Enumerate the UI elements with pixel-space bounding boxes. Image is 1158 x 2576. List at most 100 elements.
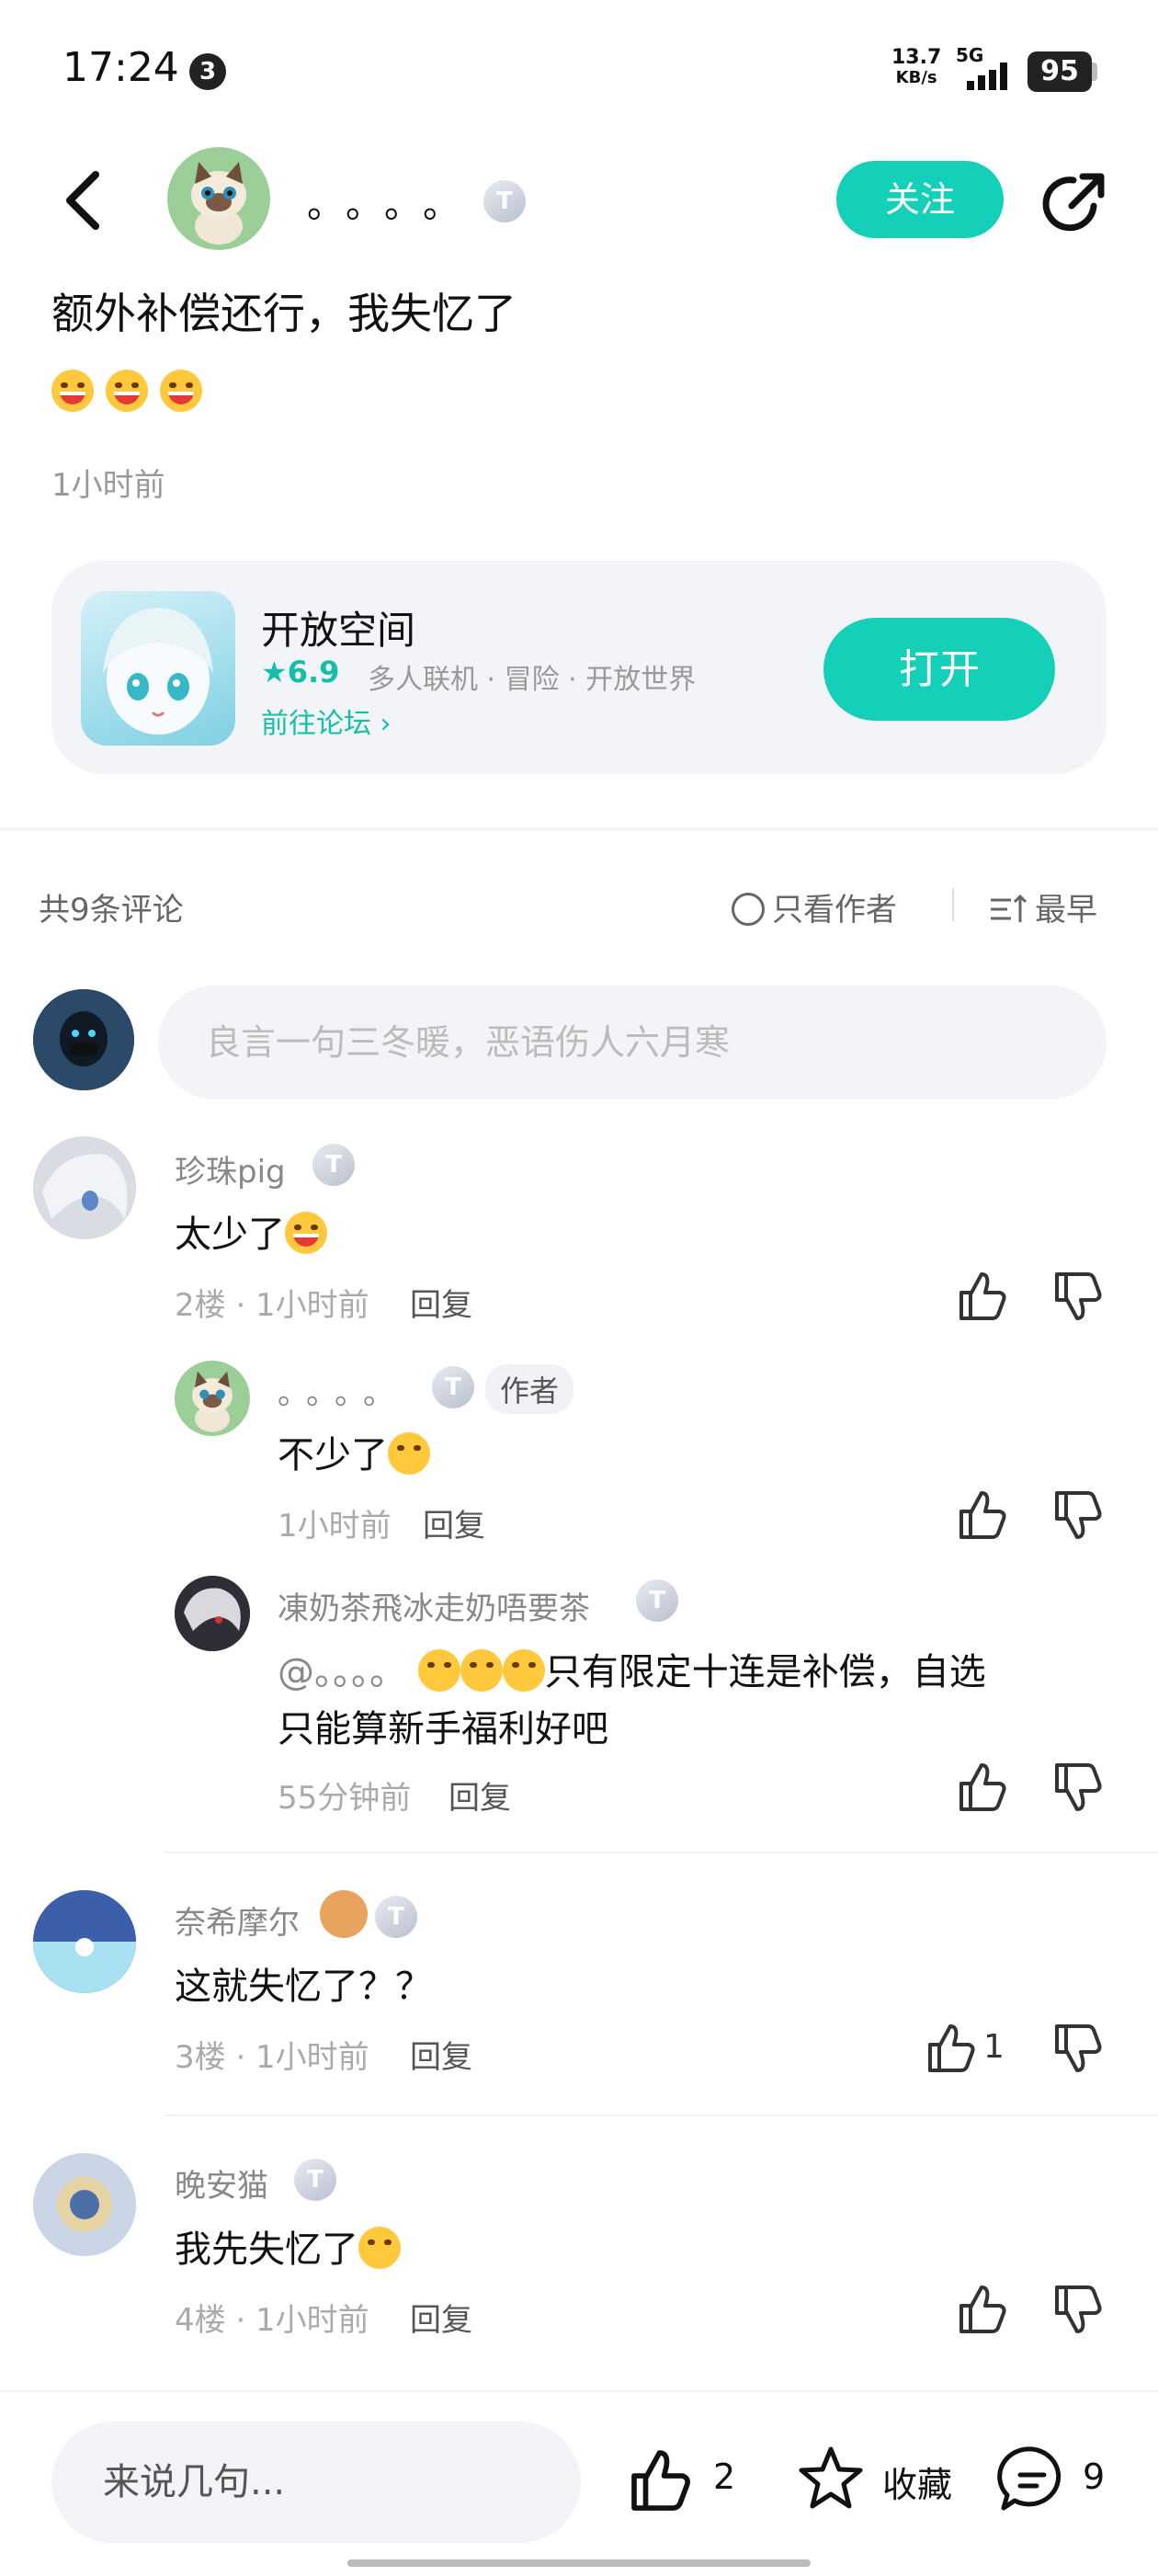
dislike-icon[interactable]	[1048, 1758, 1107, 1817]
reply-author-level-badge: T	[432, 1366, 474, 1408]
post-emoji-row	[51, 370, 203, 425]
post-time: 1小时前	[51, 467, 165, 504]
dislike-icon[interactable]	[1048, 1267, 1107, 1326]
open-app-button[interactable]: 打开	[823, 618, 1055, 721]
battery-indicator: 95	[1027, 51, 1092, 92]
sort-icon	[991, 894, 1027, 922]
post-comment-count: 9	[1083, 2456, 1106, 2497]
sort-toggle[interactable]: 最早	[989, 884, 1097, 929]
grin-emoji-icon	[285, 1212, 327, 1254]
commenter-name[interactable]: 珍珠pig	[175, 1146, 286, 1191]
sort-label: 最早	[1035, 892, 1097, 929]
reply-button[interactable]: 回复	[423, 1500, 485, 1545]
author-name[interactable]: 。。。。	[307, 175, 480, 228]
grin-emoji-icon	[160, 370, 203, 412]
cat-avatar-icon	[192, 1371, 233, 1432]
comment-input[interactable]	[158, 986, 1107, 1100]
app-icon[interactable]	[81, 591, 235, 746]
reply-user-avatar[interactable]	[175, 1576, 250, 1651]
radio-circle-icon	[732, 893, 765, 926]
reply-text-content: 不少了	[278, 1434, 388, 1476]
only-author-label: 只看作者	[772, 892, 897, 929]
reply-button[interactable]: 回复	[410, 2032, 472, 2077]
reply-author-avatar[interactable]	[175, 1361, 250, 1436]
reply-time: 55分钟前	[278, 1780, 412, 1817]
app-name: 开放空间	[261, 608, 416, 653]
favorite-star-icon[interactable]	[794, 2442, 868, 2515]
status-bar: 17:24 3 13.7 KB/s 5G 95	[0, 0, 1158, 138]
home-indicator[interactable]	[347, 2559, 811, 2567]
user-avatar-icon	[33, 989, 134, 1090]
comment-text: 这就失忆了？？	[175, 1966, 432, 2008]
landscape-avatar-icon	[33, 1890, 136, 1993]
like-count: 1	[983, 2028, 1005, 2066]
like-icon[interactable]	[952, 1486, 1011, 1544]
reply-author-name[interactable]: 。。。。	[278, 1368, 407, 1413]
notification-count-badge: 3	[189, 53, 226, 90]
reply-button[interactable]: 回复	[448, 1772, 511, 1818]
dislike-icon[interactable]	[1048, 2280, 1107, 2339]
commenter-avatar[interactable]	[33, 1136, 136, 1239]
dislike-icon[interactable]	[1048, 1486, 1107, 1544]
header-separator	[952, 888, 954, 921]
like-icon[interactable]	[952, 2280, 1011, 2339]
laugh-emoji-icon	[460, 1649, 503, 1692]
art-avatar-icon	[33, 2153, 136, 2256]
commenter-level-badge: T	[375, 1896, 417, 1938]
share-icon[interactable]	[1037, 167, 1110, 241]
commenter-level-badge: T	[294, 2159, 336, 2201]
forum-link[interactable]: 前往论坛 ›	[261, 701, 392, 741]
commenter-avatar[interactable]	[33, 2153, 136, 2256]
bottom-comment-input[interactable]: 来说几句...	[51, 2422, 581, 2543]
status-time: 17:24	[62, 44, 179, 91]
like-post-icon[interactable]	[625, 2444, 698, 2517]
reply-user-name[interactable]: 凍奶茶飛冰走奶唔要茶	[278, 1583, 590, 1628]
commenter-level-badge: T	[312, 1144, 355, 1186]
commenter-avatar[interactable]	[33, 1890, 136, 1993]
comment-count: 共9条评论	[39, 892, 184, 929]
battery-tip	[1092, 63, 1097, 81]
laugh-emoji-icon	[502, 1649, 545, 1692]
dark-avatar-icon	[175, 1576, 250, 1651]
my-avatar[interactable]	[33, 989, 134, 1090]
favorite-label[interactable]: 收藏	[882, 2456, 952, 2507]
comment-divider	[165, 1852, 1158, 1853]
comment-text-content: 太少了	[175, 1214, 285, 1256]
commenter-name[interactable]: 晚安猫	[175, 2160, 268, 2206]
network-speed-value: 13.7	[891, 46, 942, 69]
section-divider	[0, 827, 1158, 831]
comment-text: 我先失忆了	[175, 2221, 401, 2278]
comment-bubble-icon[interactable]	[994, 2442, 1070, 2517]
author-tag: 作者	[485, 1364, 574, 1414]
author-level-badge: T	[483, 180, 526, 222]
reply-button[interactable]: 回复	[410, 1280, 472, 1325]
commenter-name[interactable]: 奈希摩尔	[175, 1898, 300, 1943]
follow-button[interactable]: 关注	[836, 161, 1004, 238]
comment-floor-time: 3楼 · 1小时前	[175, 2039, 369, 2076]
like-icon[interactable]	[952, 1267, 1011, 1326]
mention-text[interactable]: @。。。。	[278, 1651, 406, 1693]
like-icon[interactable]	[921, 2019, 980, 2078]
reply-text-line2: 只能算新手福利好吧	[278, 1708, 608, 1750]
anime-avatar-icon	[33, 1136, 136, 1239]
author-avatar[interactable]	[167, 147, 270, 250]
smile-emoji-icon	[388, 1432, 430, 1475]
app-tags: 多人联机 · 冒险 · 开放世界	[368, 664, 697, 696]
comment-floor-time: 4楼 · 1小时前	[175, 2302, 369, 2339]
post-title: 额外补偿还行，我失忆了	[51, 289, 517, 338]
back-arrow-icon[interactable]	[55, 164, 110, 237]
laugh-emoji-icon	[417, 1649, 460, 1692]
dislike-icon[interactable]	[1048, 2019, 1107, 2078]
reply-text: 不少了	[278, 1427, 430, 1484]
only-author-toggle[interactable]: 只看作者	[732, 884, 897, 929]
comment-divider	[165, 2114, 1158, 2116]
grin-emoji-icon	[106, 370, 149, 412]
comment-text-content: 我先失忆了	[175, 2228, 358, 2271]
comment-floor-time: 2楼 · 1小时前	[175, 1287, 369, 1324]
like-icon[interactable]	[952, 1758, 1011, 1817]
reply-text-line1: 只有限定十连是补偿，自选	[544, 1651, 986, 1693]
heart-kiss-emoji-icon	[358, 2227, 401, 2269]
reply-button[interactable]: 回复	[410, 2295, 472, 2340]
network-speed: 13.7 KB/s	[891, 48, 941, 88]
network-speed-unit: KB/s	[895, 68, 937, 87]
